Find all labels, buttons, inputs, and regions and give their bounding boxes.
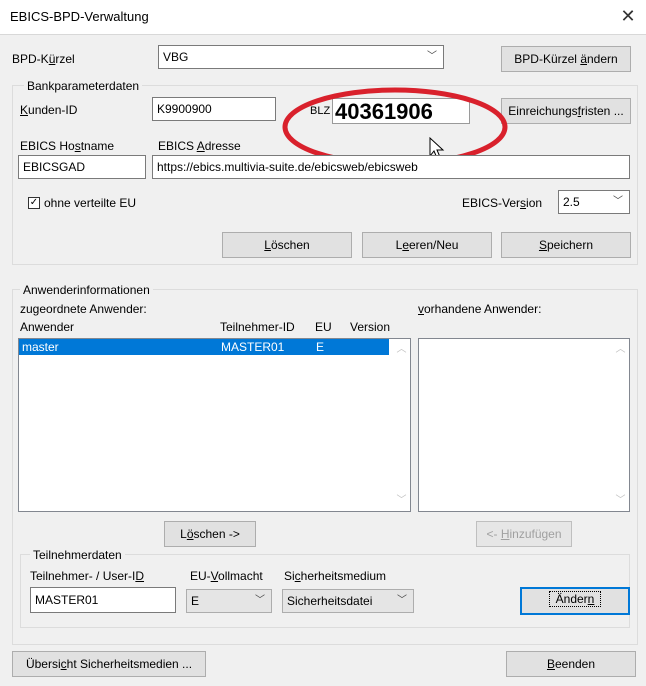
chevron-down-icon: ﹀ bbox=[255, 595, 265, 606]
uebersicht-sicherheitsmedien-button[interactable]: Übersicht Sicherheitsmedien ... bbox=[12, 651, 206, 677]
zugeordnete-anwender-label: zugeordnete Anwender: bbox=[20, 302, 147, 316]
bankparameterdaten-legend: Bankparameterdaten bbox=[24, 79, 143, 93]
ebics-version-value: 2.5 bbox=[563, 195, 580, 209]
user-id-input[interactable]: MASTER01 bbox=[30, 587, 176, 613]
aendern-button[interactable]: Ändern bbox=[520, 587, 630, 615]
kunden-id-label: Kunden-ID bbox=[20, 103, 78, 117]
ohne-verteilte-eu-label: ohne verteilte EU bbox=[44, 196, 137, 210]
ebics-adresse-label: EBICS Adresse bbox=[158, 139, 241, 153]
sicherheitsmedium-select[interactable]: Sicherheitsdatei ﹀ bbox=[282, 589, 414, 613]
einreichungsfristen-button[interactable]: Einreichungsfristen ... bbox=[501, 98, 631, 124]
speichern-button[interactable]: Speichern bbox=[501, 232, 631, 258]
chevron-up-icon[interactable]: ︿ bbox=[393, 341, 410, 358]
close-icon[interactable]: ✕ bbox=[618, 5, 638, 27]
teilnehmerdaten-legend: Teilnehmerdaten bbox=[30, 548, 125, 562]
chevron-down-icon: ﹀ bbox=[427, 51, 437, 62]
anwender-loeschen-button[interactable]: Löschen -> bbox=[164, 521, 256, 547]
eu-vollmacht-select[interactable]: E ﹀ bbox=[186, 589, 272, 613]
beenden-button[interactable]: Beenden bbox=[506, 651, 636, 677]
eu-vollmacht-value: E bbox=[191, 594, 200, 608]
bpd-kuerzel-label: BPD-Kürzel bbox=[12, 52, 75, 66]
bpd-kuerzel-select[interactable]: VBG ﹀ bbox=[158, 45, 444, 69]
scrollbar[interactable]: ︿ ﹀ bbox=[393, 339, 410, 511]
leeren-neu-button[interactable]: Leeren/Neu bbox=[362, 232, 492, 258]
anwenderinformationen-legend: Anwenderinformationen bbox=[20, 283, 153, 297]
table-row[interactable]: master MASTER01 E bbox=[19, 339, 389, 355]
cell-anwender: master bbox=[22, 340, 59, 354]
hinzufuegen-button[interactable]: <- Hinzufügen bbox=[476, 521, 572, 547]
ebics-adresse-input[interactable]: https://ebics.multivia-suite.de/ebicsweb… bbox=[152, 155, 630, 179]
chevron-down-icon[interactable]: ﹀ bbox=[393, 492, 410, 509]
column-eu: EU bbox=[315, 320, 332, 334]
bpd-kuerzel-value: VBG bbox=[163, 50, 189, 64]
sicherheitsmedium-label: Sicherheitsmedium bbox=[284, 569, 387, 583]
chevron-down-icon: ﹀ bbox=[613, 196, 623, 207]
cell-eu: E bbox=[316, 340, 325, 354]
bpd-kuerzel-aendern-button[interactable]: BPD-Kürzel ändern bbox=[501, 46, 631, 72]
column-teilnehmer-id: Teilnehmer-ID bbox=[220, 320, 295, 334]
kunden-id-input[interactable]: K9900900 bbox=[152, 97, 276, 121]
column-version: Version bbox=[350, 320, 391, 334]
scrollbar[interactable]: ︿ ﹀ bbox=[612, 339, 629, 511]
chevron-down-icon[interactable]: ﹀ bbox=[612, 492, 629, 509]
bank-loeschen-button[interactable]: Löschen bbox=[222, 232, 352, 258]
cell-teilnehmer-id: MASTER01 bbox=[221, 340, 285, 354]
zugeordnete-anwender-list[interactable]: master MASTER01 E ︿ ﹀ bbox=[18, 338, 411, 512]
sicherheitsmedium-value: Sicherheitsdatei bbox=[287, 594, 373, 608]
vorhandene-anwender-label: vorhandene Anwender: bbox=[418, 302, 542, 316]
chevron-up-icon[interactable]: ︿ bbox=[612, 341, 629, 358]
ebics-version-label: EBICS-Version bbox=[462, 196, 543, 210]
column-anwender: Anwender bbox=[20, 320, 75, 334]
chevron-down-icon: ﹀ bbox=[397, 595, 407, 606]
ohne-verteilte-eu-checkbox[interactable]: ✓ bbox=[28, 197, 40, 209]
user-id-label: Teilnehmer- / User-ID bbox=[30, 569, 145, 583]
eu-vollmacht-label: EU-Vollmacht bbox=[190, 569, 263, 583]
vorhandene-anwender-list[interactable]: ︿ ﹀ bbox=[418, 338, 630, 512]
ebics-hostname-label: EBICS Hostname bbox=[20, 139, 115, 153]
ebics-version-select[interactable]: 2.5 ﹀ bbox=[558, 190, 630, 214]
window-title: EBICS-BPD-Verwaltung bbox=[10, 9, 149, 24]
ebics-hostname-input[interactable]: EBICSGAD bbox=[18, 155, 146, 179]
